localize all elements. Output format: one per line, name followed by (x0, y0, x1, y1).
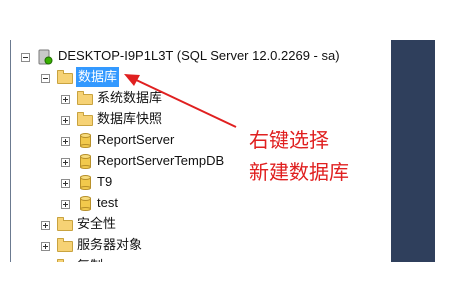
annotation-arrow (124, 74, 237, 128)
annotation-line-2: 新建数据库 (249, 160, 349, 184)
annotation-line-1: 右键选择 (249, 128, 329, 152)
